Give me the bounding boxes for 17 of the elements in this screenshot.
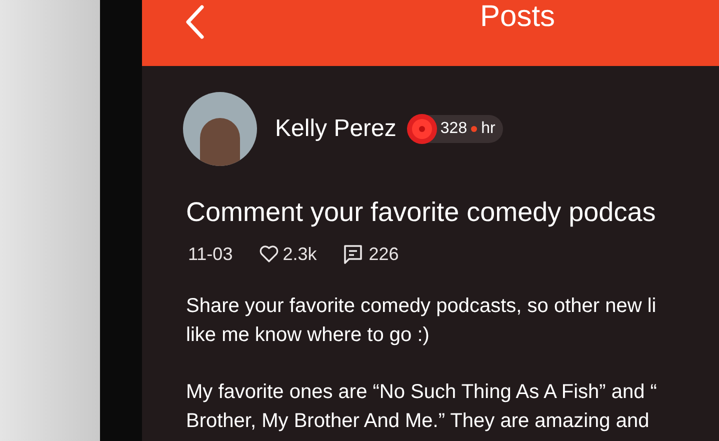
body-text-line: My favorite ones are “No Such Thing As A Fish” and “ (186, 380, 658, 404)
record-icon (406, 113, 438, 145)
author-name: Kelly Perez (275, 114, 396, 144)
comment-icon (342, 244, 363, 264)
body-text-line: like me know where to go :) (186, 322, 430, 348)
body-text-line: Brother, My Brother And Me.” They are amazing and (186, 408, 650, 434)
badge-count: 328 (440, 119, 468, 139)
heart-icon (258, 245, 279, 263)
badge-unit: hr (481, 119, 496, 139)
like-count: 2.3k (282, 242, 317, 266)
header-title: Posts (480, 0, 556, 35)
dot-icon (471, 126, 478, 132)
comment-count: 226 (368, 242, 399, 266)
post-date: 11-03 (188, 242, 233, 266)
post-title: Comment your favorite comedy podcas (185, 196, 657, 229)
body-text-line: Share your favorite comedy podcasts, so other new li (186, 294, 658, 318)
back-icon (185, 5, 205, 39)
